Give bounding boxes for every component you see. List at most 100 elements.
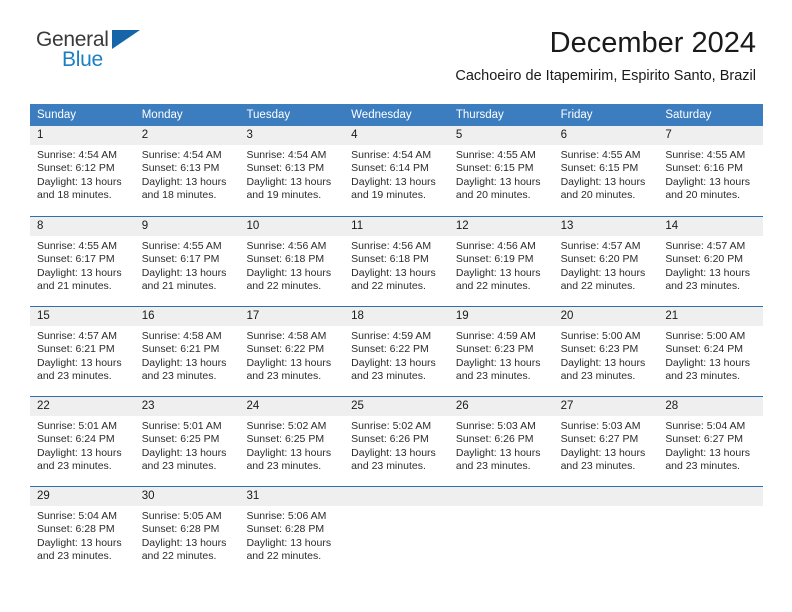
calendar-day-cell[interactable]: 20 Sunrise: 5:00 AM Sunset: 6:23 PM Dayligh… <box>553 307 659 387</box>
day-details: Sunrise: 4:55 AM Sunset: 6:16 PM Daylight:… <box>658 145 763 203</box>
calendar-day-cell[interactable]: 3 Sunrise: 4:54 AM Sunset: 6:13 PM Daylight… <box>239 126 345 207</box>
calendar-day-cell-empty <box>553 487 659 567</box>
calendar-day-cell[interactable]: 15 Sunrise: 4:57 AM Sunset: 6:21 PM Dayligh… <box>30 307 135 387</box>
sunset-text: Sunset: 6:24 PM <box>665 343 743 356</box>
calendar-day-cell[interactable]: 7 Sunrise: 4:55 AM Sunset: 6:16 PM Daylight… <box>658 126 764 207</box>
day-number: 29 <box>30 487 135 506</box>
sunset-text: Sunset: 6:26 PM <box>351 433 429 446</box>
calendar-day-cell[interactable]: 18 Sunrise: 4:59 AM Sunset: 6:22 PM Dayligh… <box>344 307 449 387</box>
calendar-day-cell[interactable]: 2 Sunrise: 4:54 AM Sunset: 6:13 PM Daylight… <box>134 126 240 207</box>
day-details: Sunrise: 5:00 AM Sunset: 6:23 PM Daylight:… <box>554 326 659 384</box>
day-details: Sunrise: 5:04 AM Sunset: 6:27 PM Daylight:… <box>658 416 763 474</box>
day-number: 25 <box>344 397 449 416</box>
sunrise-text: Sunrise: 5:01 AM <box>141 420 222 432</box>
calendar-day-cell[interactable]: 8 Sunrise: 4:55 AM Sunset: 6:17 PM Daylight… <box>30 217 135 297</box>
sunset-text: Sunset: 6:22 PM <box>246 343 325 356</box>
sunset-text: Sunset: 6:19 PM <box>455 253 534 266</box>
calendar-day-cell[interactable]: 13 Sunrise: 4:57 AM Sunset: 6:20 PM Dayligh… <box>553 217 659 297</box>
sunrise-text: Sunrise: 4:58 AM <box>246 330 327 342</box>
weekday-header-sunday: Sunday <box>37 109 77 121</box>
day-details: Sunrise: 5:02 AM Sunset: 6:26 PM Daylight:… <box>344 416 449 474</box>
calendar-day-cell[interactable]: 22 Sunrise: 5:01 AM Sunset: 6:24 PM Dayligh… <box>30 397 135 477</box>
day-details: Sunrise: 5:00 AM Sunset: 6:24 PM Daylight:… <box>658 326 763 384</box>
calendar-day-cell[interactable]: 25 Sunrise: 5:02 AM Sunset: 6:26 PM Dayligh… <box>344 397 449 477</box>
calendar-day-cell[interactable]: 5 Sunrise: 4:55 AM Sunset: 6:15 PM Daylight… <box>448 126 554 207</box>
sunrise-text: Sunrise: 4:55 AM <box>665 149 746 161</box>
sunset-text: Sunset: 6:28 PM <box>141 523 220 536</box>
calendar-day-cell[interactable]: 1 Sunrise: 4:54 AM Sunset: 6:12 PM Daylight… <box>30 126 135 207</box>
day-details: Sunrise: 4:57 AM Sunset: 6:21 PM Daylight:… <box>30 326 135 384</box>
day-details: Sunrise: 5:02 AM Sunset: 6:25 PM Daylight:… <box>239 416 344 474</box>
calendar-day-cell[interactable]: 6 Sunrise: 4:55 AM Sunset: 6:15 PM Daylight… <box>553 126 659 207</box>
page-header: General Blue December 2024 Cachoeiro de … <box>0 0 792 84</box>
calendar-day-cell[interactable]: 21 Sunrise: 5:00 AM Sunset: 6:24 PM Dayligh… <box>658 307 764 387</box>
day-number: 12 <box>448 217 554 236</box>
generalblue-logo[interactable]: General Blue <box>36 29 156 77</box>
calendar-day-cell[interactable]: 19 Sunrise: 4:59 AM Sunset: 6:23 PM Dayligh… <box>448 307 554 387</box>
calendar-day-cell-empty <box>658 487 764 567</box>
sunrise-text: Sunrise: 4:57 AM <box>560 240 641 252</box>
sunset-text: Sunset: 6:16 PM <box>665 162 743 175</box>
daylight-text: Daylight: 13 hours and 22 minutes. <box>246 266 332 293</box>
weekday-header-friday: Friday <box>560 109 593 121</box>
calendar-day-cell[interactable]: 28 Sunrise: 5:04 AM Sunset: 6:27 PM Dayligh… <box>658 397 764 477</box>
sunrise-text: Sunrise: 5:05 AM <box>141 510 222 522</box>
sunrise-text: Sunrise: 5:03 AM <box>560 420 641 432</box>
daylight-text: Daylight: 13 hours and 19 minutes. <box>246 175 332 202</box>
calendar-day-cell[interactable]: 12 Sunrise: 4:56 AM Sunset: 6:19 PM Dayligh… <box>448 217 554 297</box>
sunset-text: Sunset: 6:28 PM <box>37 523 115 536</box>
calendar-day-cell[interactable]: 4 Sunrise: 4:54 AM Sunset: 6:14 PM Daylight… <box>344 126 449 207</box>
calendar-day-cell[interactable]: 9 Sunrise: 4:55 AM Sunset: 6:17 PM Daylight… <box>134 217 240 297</box>
day-number: 16 <box>134 307 240 326</box>
day-number: 6 <box>553 126 659 145</box>
day-details: Sunrise: 4:55 AM Sunset: 6:17 PM Daylight:… <box>30 236 135 294</box>
daylight-text: Daylight: 13 hours and 22 minutes. <box>351 266 436 293</box>
day-number: 23 <box>134 397 240 416</box>
day-number: 9 <box>134 217 240 236</box>
calendar-day-cell[interactable]: 17 Sunrise: 4:58 AM Sunset: 6:22 PM Dayligh… <box>239 307 345 387</box>
calendar-week-row: 1 Sunrise: 4:54 AM Sunset: 6:12 PM Daylight… <box>30 126 764 207</box>
calendar-day-cell[interactable]: 30 Sunrise: 5:05 AM Sunset: 6:28 PM Dayligh… <box>134 487 240 567</box>
calendar-day-cell[interactable]: 23 Sunrise: 5:01 AM Sunset: 6:25 PM Dayligh… <box>134 397 240 477</box>
sunset-text: Sunset: 6:23 PM <box>560 343 639 356</box>
daylight-text: Daylight: 13 hours and 20 minutes. <box>455 175 541 202</box>
calendar-day-cell[interactable]: 27 Sunrise: 5:03 AM Sunset: 6:27 PM Dayligh… <box>553 397 659 477</box>
day-number: 19 <box>448 307 554 326</box>
page-subtitle: Cachoeiro de Itapemirim, Espirito Santo,… <box>455 68 756 84</box>
calendar-week-row: 15 Sunrise: 4:57 AM Sunset: 6:21 PM Dayligh… <box>30 306 764 387</box>
day-number: 14 <box>658 217 764 236</box>
calendar-page: General Blue December 2024 Cachoeiro de … <box>0 0 792 612</box>
calendar-day-cell[interactable]: 29 Sunrise: 5:04 AM Sunset: 6:28 PM Dayligh… <box>30 487 135 567</box>
day-number <box>553 487 659 506</box>
day-number: 22 <box>30 397 135 416</box>
calendar-weeks: 1 Sunrise: 4:54 AM Sunset: 6:12 PM Daylight… <box>30 126 764 567</box>
calendar-day-cell[interactable]: 31 Sunrise: 5:06 AM Sunset: 6:28 PM Dayligh… <box>239 487 345 567</box>
daylight-text: Daylight: 13 hours and 23 minutes. <box>560 446 646 473</box>
day-details: Sunrise: 4:54 AM Sunset: 6:14 PM Daylight:… <box>344 145 449 203</box>
calendar-day-cell[interactable]: 26 Sunrise: 5:03 AM Sunset: 6:26 PM Dayligh… <box>448 397 554 477</box>
calendar-week-row: 29 Sunrise: 5:04 AM Sunset: 6:28 PM Dayligh… <box>30 486 764 567</box>
calendar-day-cell[interactable]: 14 Sunrise: 4:57 AM Sunset: 6:20 PM Dayligh… <box>658 217 764 297</box>
day-number: 3 <box>239 126 345 145</box>
day-details: Sunrise: 4:54 AM Sunset: 6:13 PM Daylight:… <box>135 145 240 203</box>
sunrise-text: Sunrise: 4:54 AM <box>246 149 327 161</box>
sunrise-text: Sunrise: 4:54 AM <box>37 149 117 161</box>
sunset-text: Sunset: 6:22 PM <box>351 343 429 356</box>
day-number: 5 <box>448 126 554 145</box>
day-number <box>658 487 764 506</box>
day-number: 27 <box>553 397 659 416</box>
sunrise-text: Sunrise: 5:01 AM <box>37 420 117 432</box>
day-details: Sunrise: 4:55 AM Sunset: 6:15 PM Daylight:… <box>554 145 659 203</box>
calendar-day-cell[interactable]: 11 Sunrise: 4:56 AM Sunset: 6:18 PM Dayligh… <box>344 217 449 297</box>
day-number: 24 <box>239 397 345 416</box>
sunrise-text: Sunrise: 4:57 AM <box>37 330 117 342</box>
day-number: 21 <box>658 307 764 326</box>
calendar-day-cell[interactable]: 16 Sunrise: 4:58 AM Sunset: 6:21 PM Dayligh… <box>134 307 240 387</box>
sunrise-text: Sunrise: 5:02 AM <box>246 420 327 432</box>
daylight-text: Daylight: 13 hours and 20 minutes. <box>665 175 750 202</box>
daylight-text: Daylight: 13 hours and 23 minutes. <box>665 446 750 473</box>
calendar-day-cell[interactable]: 24 Sunrise: 5:02 AM Sunset: 6:25 PM Dayligh… <box>239 397 345 477</box>
daylight-text: Daylight: 13 hours and 23 minutes. <box>560 356 646 383</box>
calendar-day-cell[interactable]: 10 Sunrise: 4:56 AM Sunset: 6:18 PM Dayligh… <box>239 217 345 297</box>
page-title: December 2024 <box>549 27 756 59</box>
